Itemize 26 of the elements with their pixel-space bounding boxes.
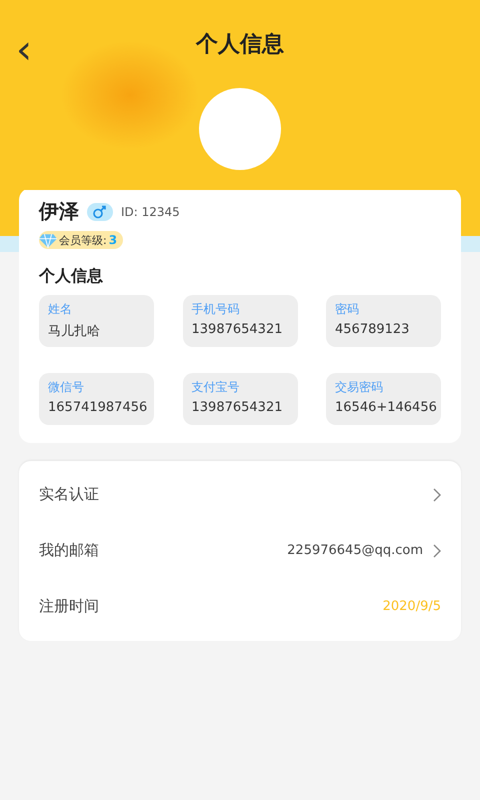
user-id: ID: 12345 [121, 204, 180, 218]
field-label: 手机号码 [192, 300, 240, 318]
page-title: 个人信息 [196, 31, 284, 59]
chevron-right-icon [433, 544, 441, 558]
field-value: 马儿扎哈 [48, 322, 101, 340]
back-button[interactable]: ‹ [12, 32, 36, 68]
section-title: 个人信息 [39, 266, 104, 286]
row-label: 实名认证 [39, 485, 99, 504]
field-value: 13987654321 [192, 322, 284, 336]
row-value: 225976645@qq.com [287, 543, 423, 558]
field-label: 密码 [335, 300, 360, 318]
field-value: 165741987456 [48, 400, 145, 414]
field-label: 交易密码 [335, 378, 384, 396]
field-value: 13987654321 [192, 400, 284, 414]
user-name: 伊泽 [39, 198, 79, 225]
row-value: 2020/9/5 [382, 599, 441, 614]
row-label: 注册时间 [39, 597, 99, 616]
diamond-icon [39, 232, 57, 248]
field-label: 支付宝号 [192, 378, 240, 396]
field-value: 456789123 [335, 322, 410, 336]
member-level: 3 [108, 233, 118, 247]
field-label: 姓名 [48, 300, 73, 318]
field-label: 微信号 [48, 378, 85, 396]
chevron-right-icon [433, 488, 441, 502]
member-label: 会员等级: [59, 232, 107, 248]
row-label: 我的邮箱 [39, 541, 99, 560]
